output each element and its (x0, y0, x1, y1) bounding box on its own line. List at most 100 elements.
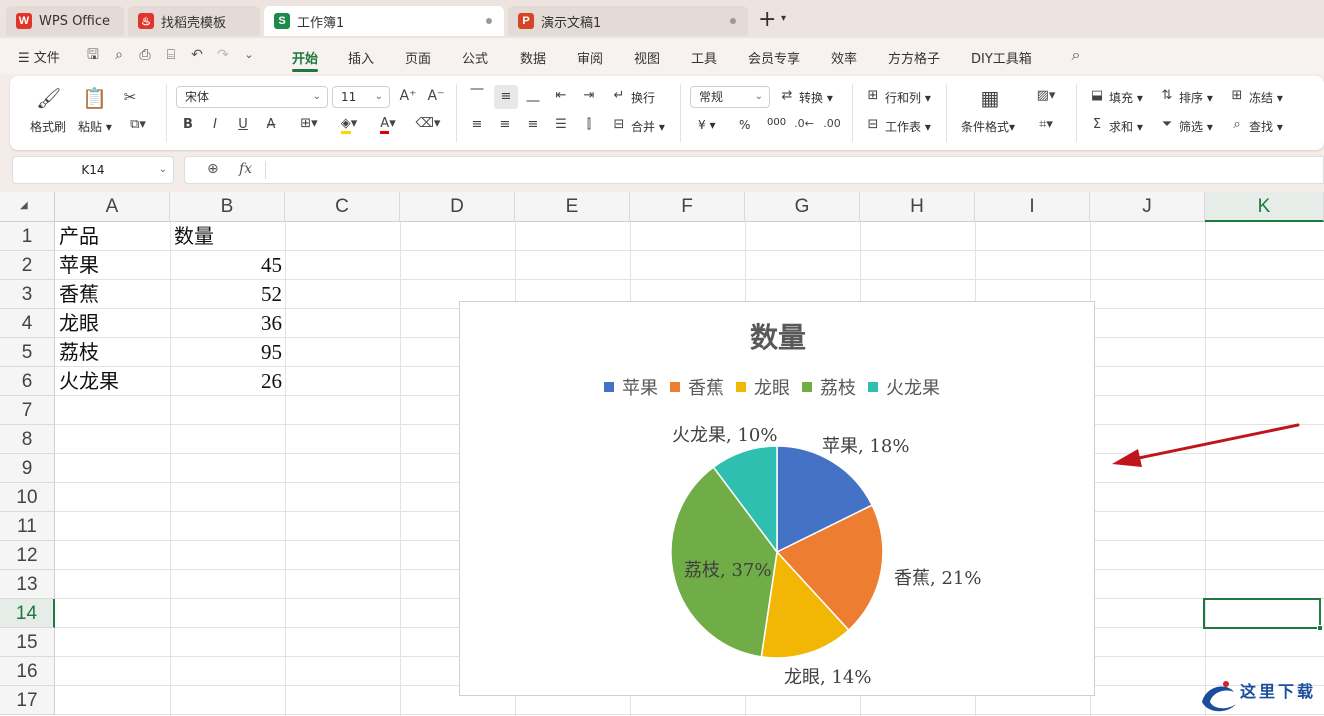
fill-icon[interactable]: ⬓ (1088, 88, 1106, 103)
decrease-font-icon[interactable]: A⁻ (426, 88, 446, 104)
sort-label[interactable]: 排序 ▾ (1179, 89, 1213, 106)
strikethrough-icon[interactable]: A̶ (263, 117, 279, 132)
column-header[interactable]: E (515, 192, 630, 222)
wrap-text-icon[interactable]: ↵ (610, 88, 628, 103)
decrease-decimal-icon[interactable]: .00 (822, 117, 842, 130)
column-header[interactable]: D (400, 192, 515, 222)
fill-handle[interactable] (1317, 625, 1323, 631)
save-icon[interactable]: 🖫 (84, 46, 102, 64)
row-header[interactable]: 17 (0, 686, 55, 715)
column-header[interactable]: J (1090, 192, 1205, 222)
align-center-icon[interactable]: ≡ (496, 117, 514, 132)
undo-icon[interactable]: ↶ (188, 46, 206, 64)
cell-A6[interactable]: 火龙果 (59, 367, 167, 396)
cell-A2[interactable]: 苹果 (59, 251, 167, 280)
tab-efficiency[interactable]: 效率 (831, 48, 857, 67)
column-header[interactable]: H (860, 192, 975, 222)
column-header[interactable]: B (170, 192, 285, 222)
conditional-format-label[interactable]: 条件格式▾ (961, 118, 1015, 135)
row-header[interactable]: 7 (0, 396, 55, 425)
increase-decimal-icon[interactable]: .0← (794, 117, 814, 130)
decrease-indent-icon[interactable]: ⇤ (552, 88, 570, 103)
cell-A4[interactable]: 龙眼 (59, 309, 167, 338)
filter-label[interactable]: 筛选 ▾ (1179, 118, 1213, 135)
cell-A3[interactable]: 香蕉 (59, 280, 167, 309)
convert-label[interactable]: 转换 ▾ (799, 89, 833, 106)
select-all-corner[interactable]: ◢ (0, 192, 55, 222)
column-header[interactable]: C (285, 192, 400, 222)
wrap-text-label[interactable]: 换行 (631, 89, 655, 106)
column-header[interactable]: I (975, 192, 1090, 222)
underline-icon[interactable]: U (235, 117, 251, 132)
percent-button[interactable]: % (739, 118, 750, 132)
copy-icon[interactable]: ⧉▾ (124, 117, 152, 132)
worksheet-label[interactable]: 工作表 ▾ (885, 118, 931, 135)
justify-icon[interactable]: ☰ (552, 117, 570, 132)
merge-icon[interactable]: ⊟ (610, 117, 628, 132)
italic-icon[interactable]: I (207, 117, 223, 132)
tab-formulas[interactable]: 公式 (462, 48, 488, 67)
cell-A1[interactable]: 产品 (59, 222, 167, 251)
row-header[interactable]: 4 (0, 309, 55, 338)
tab-workbook[interactable]: S 工作簿1 (264, 6, 504, 36)
cell-A5[interactable]: 荔枝 (59, 338, 167, 367)
link-icon[interactable]: ⌕ (110, 46, 128, 64)
find-label[interactable]: 查找 ▾ (1249, 118, 1283, 135)
tab-insert[interactable]: 插入 (348, 48, 374, 67)
row-header[interactable]: 16 (0, 657, 55, 686)
tab-wps-office[interactable]: W WPS Office (6, 6, 124, 36)
tab-fangfangezi[interactable]: 方方格子 (888, 48, 940, 67)
tab-review[interactable]: 审阅 (577, 48, 603, 67)
number-format-select[interactable]: 常规 ⌄ (690, 86, 770, 108)
search-icon[interactable]: ⌕ (1067, 46, 1085, 64)
format-painter-label[interactable]: 格式刷 (30, 118, 66, 135)
clear-format-icon[interactable]: ⌫▾ (412, 116, 444, 131)
tab-docer-templates[interactable]: ♨ 找稻壳模板 (128, 6, 260, 36)
redo-icon[interactable]: ↷ (214, 46, 232, 64)
distributed-icon[interactable]: ⫿ (580, 117, 598, 132)
row-header[interactable]: 6 (0, 367, 55, 396)
freeze-label[interactable]: 冻结 ▾ (1249, 89, 1283, 106)
row-header[interactable]: 8 (0, 425, 55, 454)
cell-B2[interactable]: 45 (174, 251, 282, 280)
conditional-format-icon[interactable]: ▦ (978, 86, 1002, 110)
increase-font-icon[interactable]: A⁺ (398, 88, 418, 104)
tab-view[interactable]: 视图 (634, 48, 660, 67)
tab-data[interactable]: 数据 (520, 48, 546, 67)
row-col-label[interactable]: 行和列 ▾ (885, 89, 931, 106)
align-left-icon[interactable]: ≡ (468, 117, 486, 132)
row-header[interactable]: 3 (0, 280, 55, 309)
row-header[interactable]: 2 (0, 251, 55, 280)
font-color-icon[interactable]: A▾ (372, 116, 404, 134)
row-header[interactable]: 11 (0, 512, 55, 541)
borders-icon[interactable]: ⊞▾ (292, 116, 326, 131)
row-header[interactable]: 12 (0, 541, 55, 570)
zoom-icon[interactable]: ⊕ (207, 161, 219, 177)
file-menu[interactable]: ☰ 文件 (18, 47, 60, 66)
align-right-icon[interactable]: ≡ (524, 117, 542, 132)
cell-style-icon[interactable]: ▨▾ (1030, 88, 1062, 103)
tab-page[interactable]: 页面 (405, 48, 431, 67)
tab-home[interactable]: 开始 (292, 48, 318, 67)
format-painter-icon[interactable]: 🖌 (36, 86, 61, 110)
paste-label[interactable]: 粘贴 ▾ (78, 118, 112, 135)
bold-icon[interactable]: B (180, 117, 196, 132)
cell-B6[interactable]: 26 (174, 367, 282, 396)
formula-input[interactable]: ⊕ fx (184, 156, 1324, 184)
find-icon[interactable]: ⌕ (1228, 117, 1246, 132)
quick-access-chevron-icon[interactable]: ⌄ (240, 46, 258, 64)
sort-icon[interactable]: ⇅ (1158, 88, 1176, 103)
convert-icon[interactable]: ⇄ (778, 88, 796, 103)
new-tab-icon[interactable]: + (758, 9, 776, 31)
pie-chart[interactable]: 数量 苹果 香蕉 龙眼 荔枝 火龙果 苹果, 18% 香蕉, 21% 龙眼, 14% 荔… (459, 301, 1095, 696)
filter-icon[interactable]: ⏷ (1158, 117, 1176, 132)
row-header[interactable]: 13 (0, 570, 55, 599)
cell-B3[interactable]: 52 (174, 280, 282, 309)
font-name-select[interactable]: 宋体 ⌄ (176, 86, 328, 108)
name-box[interactable]: K14 ⌄ (12, 156, 174, 184)
row-header[interactable]: 10 (0, 483, 55, 512)
selected-cell-K14[interactable] (1203, 598, 1321, 629)
cell-B4[interactable]: 36 (174, 309, 282, 338)
cut-icon[interactable]: ✂ (120, 88, 140, 106)
tab-list-chevron-icon[interactable]: ▾ (781, 13, 786, 24)
